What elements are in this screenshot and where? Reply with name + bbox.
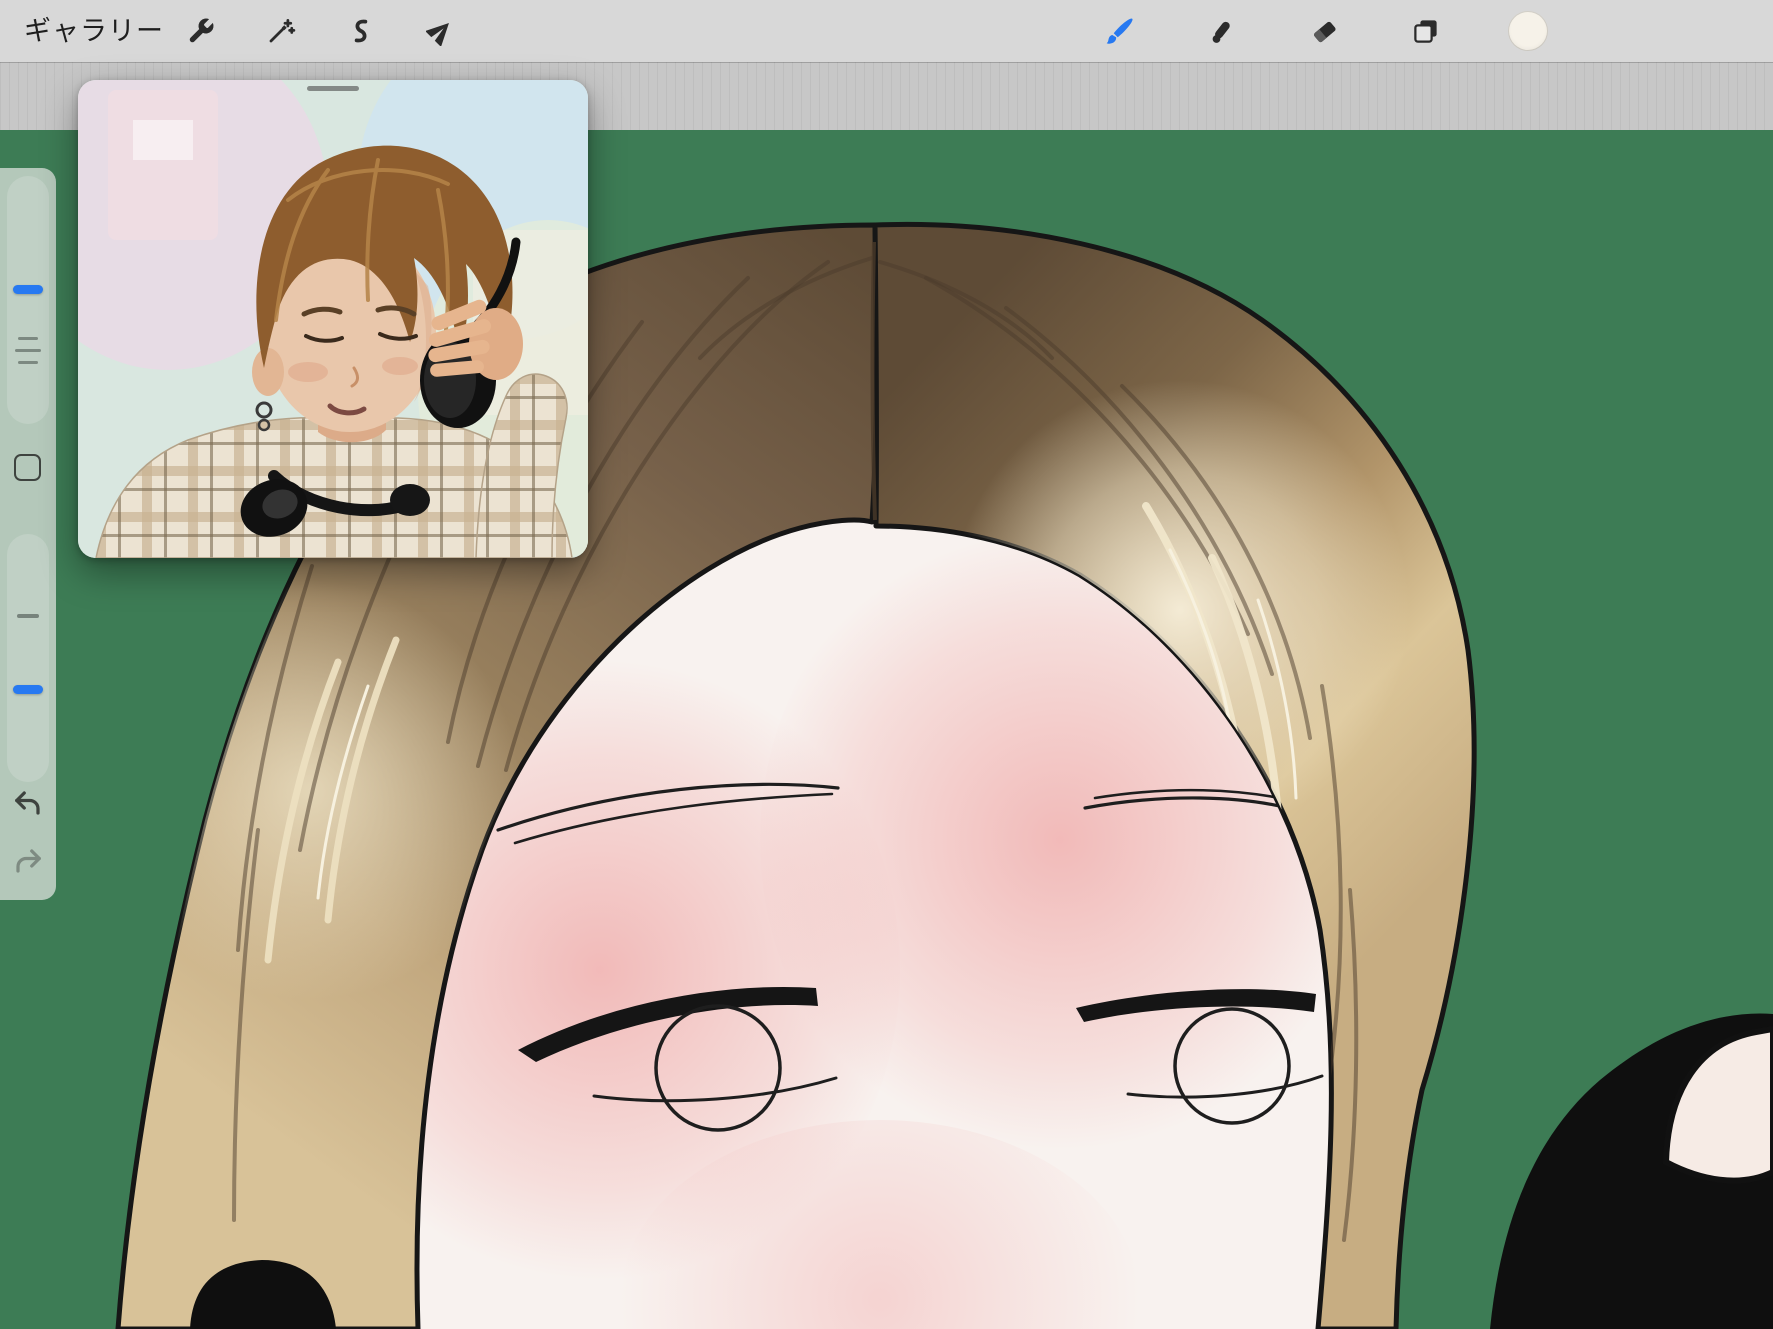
opacity-slider[interactable]	[7, 534, 49, 782]
smudge-finger-icon	[1207, 16, 1237, 46]
selection-button[interactable]	[338, 8, 384, 54]
actions-button[interactable]	[178, 8, 224, 54]
redo-arrow-icon	[12, 849, 44, 879]
opacity-scale-mark	[17, 614, 39, 618]
reference-drag-handle[interactable]	[307, 86, 359, 91]
brush-size-slider[interactable]	[7, 176, 49, 424]
slider-scale-marks	[0, 328, 56, 364]
color-button[interactable]	[1505, 8, 1551, 54]
side-toolbar	[0, 168, 56, 900]
transform-arrow-icon	[426, 16, 456, 46]
reference-photo	[78, 80, 588, 558]
eraser-icon	[1309, 16, 1339, 46]
paint-brush-icon	[1104, 15, 1136, 47]
wrench-icon	[186, 16, 216, 46]
undo-button[interactable]	[12, 788, 44, 818]
eraser-tool-button[interactable]	[1301, 8, 1347, 54]
smudge-tool-button[interactable]	[1199, 8, 1245, 54]
gallery-button[interactable]: ギャラリー	[24, 0, 164, 62]
redo-button[interactable]	[12, 846, 44, 876]
procreate-window: ギャラリー	[0, 0, 1773, 1329]
transform-button[interactable]	[418, 8, 464, 54]
color-swatch-circle	[1508, 11, 1548, 51]
layers-button[interactable]	[1403, 8, 1449, 54]
left-tool-group	[178, 8, 464, 54]
reference-window[interactable]	[78, 80, 588, 558]
layers-icon	[1411, 16, 1441, 46]
right-tool-group	[1097, 8, 1551, 54]
adjustments-button[interactable]	[258, 8, 304, 54]
magic-wand-icon	[266, 16, 296, 46]
top-toolbar: ギャラリー	[0, 0, 1773, 62]
selection-s-icon	[346, 16, 376, 46]
brush-size-slider-handle[interactable]	[13, 285, 43, 294]
undo-arrow-icon	[12, 791, 44, 821]
paint-tool-button[interactable]	[1097, 8, 1143, 54]
opacity-slider-handle[interactable]	[13, 685, 43, 694]
modify-button[interactable]	[14, 454, 41, 481]
